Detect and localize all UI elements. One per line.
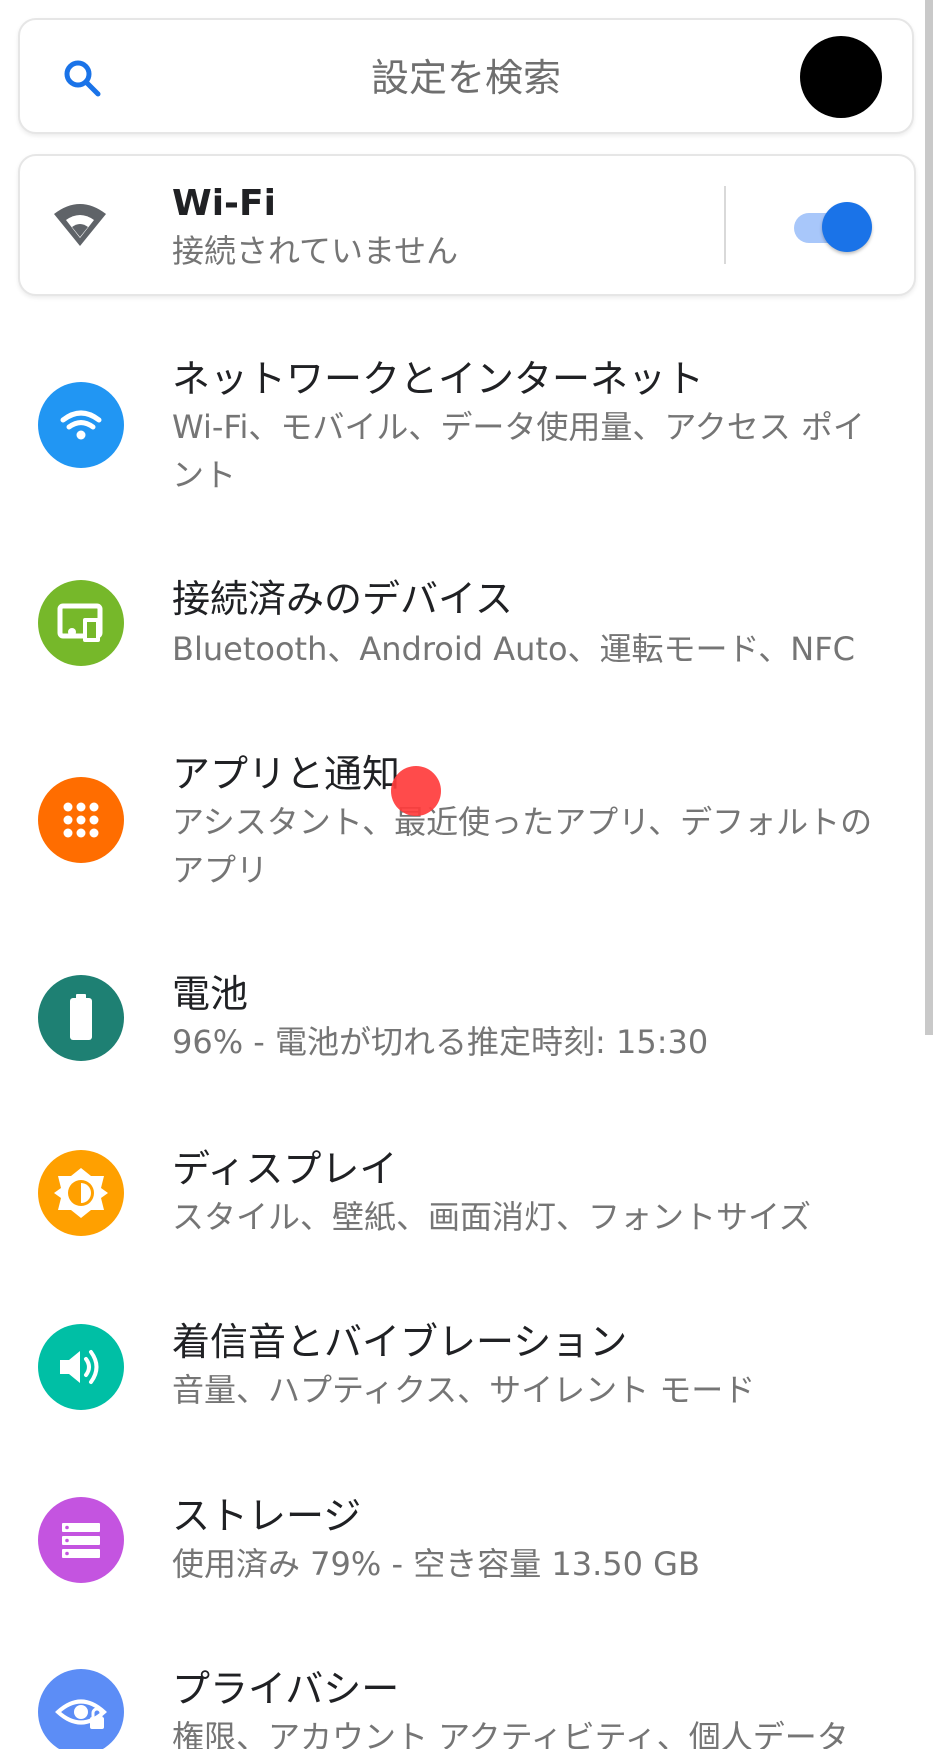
devices-item-icon (38, 580, 124, 666)
item-title: アプリと通知 (172, 752, 401, 796)
sound-item-icon (38, 1324, 124, 1410)
toggle-knob (822, 202, 872, 252)
wifi-divider (724, 186, 726, 264)
search-icon (64, 60, 101, 97)
settings-item-network[interactable]: ネットワークとインターネット Wi-Fi、モバイル、データ使用量、アクセス ポイ… (0, 350, 925, 510)
display-item-icon (38, 1150, 124, 1236)
wifi-title: Wi-Fi (172, 183, 276, 224)
item-title: 接続済みのデバイス (172, 577, 513, 621)
settings-item-display[interactable]: ディスプレイ スタイル、壁紙、画面消灯、フォントサイズ (0, 1145, 925, 1255)
wifi-toggle[interactable] (794, 202, 872, 252)
item-title: ネットワークとインターネット (172, 357, 705, 401)
search-bar[interactable]: 設定を検索 (18, 18, 914, 134)
item-subtitle: 音量、ハプティクス、サイレント モード (172, 1371, 756, 1409)
wifi-card[interactable]: Wi-Fi 接続されていません (18, 154, 916, 296)
item-subtitle: アシスタント、最近使ったアプリ、デフォルトのアプリ (172, 803, 873, 889)
wifi-icon (60, 410, 102, 440)
item-title: ディスプレイ (172, 1147, 398, 1191)
apps-grid-icon (63, 802, 99, 838)
account-avatar[interactable] (800, 36, 882, 118)
devices-icon (57, 603, 103, 642)
settings-item-apps[interactable]: アプリと通知 アシスタント、最近使ったアプリ、デフォルトのアプリ (0, 750, 925, 900)
privacy-item-icon (38, 1669, 124, 1749)
item-title: ストレージ (172, 1494, 362, 1538)
settings-item-connected-devices[interactable]: 接続済みのデバイス Bluetooth、Android Auto、運転モード、N… (0, 575, 925, 685)
item-title: プライバシー (172, 1667, 400, 1711)
battery-item-icon (38, 975, 124, 1061)
item-subtitle: 使用済み 79% - 空き容量 13.50 GB (172, 1545, 700, 1583)
battery-icon (70, 994, 92, 1040)
item-subtitle: 96% - 電池が切れる推定時刻: 15:30 (172, 1023, 709, 1061)
wifi-signal-icon (54, 204, 106, 246)
settings-item-battery[interactable]: 電池 96% - 電池が切れる推定時刻: 15:30 (0, 970, 925, 1080)
apps-item-icon (38, 777, 124, 863)
volume-icon (60, 1350, 99, 1384)
settings-item-privacy[interactable]: プライバシー 権限、アカウント アクティビティ、個人データ (0, 1665, 925, 1749)
privacy-eye-icon (55, 1699, 107, 1729)
item-subtitle: Wi-Fi、モバイル、データ使用量、アクセス ポイント (172, 408, 865, 494)
item-subtitle: 権限、アカウント アクティビティ、個人データ (172, 1718, 849, 1749)
network-item-icon (38, 382, 124, 468)
storage-item-icon (38, 1497, 124, 1583)
touch-indicator (391, 766, 441, 816)
settings-screen: 設定を検索 Wi-Fi 接続されていません ネットワークとインターネット Wi-… (0, 0, 935, 1749)
brightness-icon (54, 1168, 108, 1218)
item-subtitle: スタイル、壁紙、画面消灯、フォントサイズ (172, 1198, 812, 1236)
settings-item-sound[interactable]: 着信音とバイブレーション 音量、ハプティクス、サイレント モード (0, 1318, 925, 1428)
wifi-status: 接続されていません (172, 232, 459, 270)
scrollbar[interactable] (925, 0, 933, 1035)
item-title: 電池 (172, 972, 249, 1016)
settings-item-storage[interactable]: ストレージ 使用済み 79% - 空き容量 13.50 GB (0, 1492, 925, 1602)
storage-icon (62, 1523, 100, 1558)
item-title: 着信音とバイブレーション (172, 1320, 628, 1364)
search-placeholder: 設定を検索 (370, 56, 561, 100)
item-subtitle: Bluetooth、Android Auto、運転モード、NFC (172, 630, 855, 668)
